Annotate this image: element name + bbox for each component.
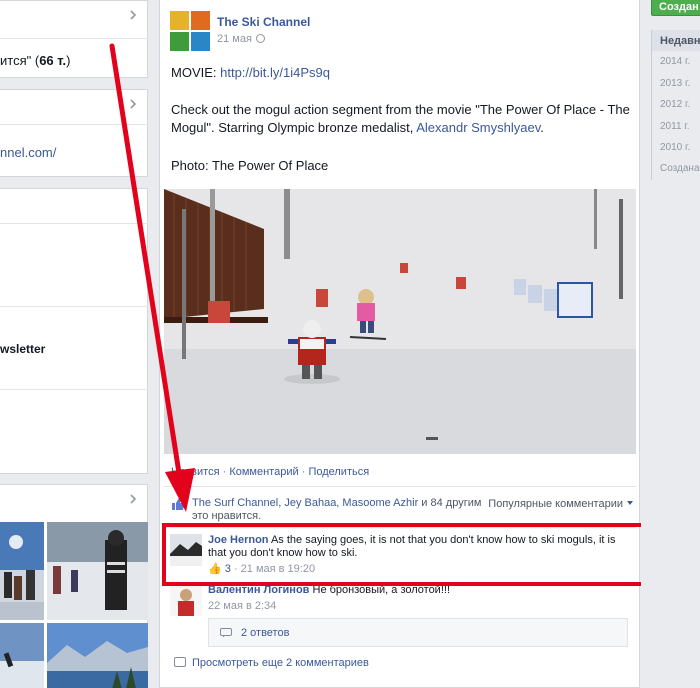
chevron-right-icon[interactable] xyxy=(128,99,138,109)
photo-thumb-skier-group[interactable] xyxy=(47,522,148,620)
divider xyxy=(0,389,148,390)
timeline-years: Недавн 2014 г. 2013 г. 2012 г. 2011 г. 2… xyxy=(651,30,700,180)
divider xyxy=(0,223,148,224)
post-actions: Нравится · Комментарий · Поделиться xyxy=(171,466,369,478)
avatar-quad xyxy=(170,11,189,30)
page-name-link[interactable]: The Ski Channel xyxy=(217,15,310,29)
likes-count-row: ится" (66 т.) xyxy=(0,53,71,68)
left-box-website: nnel.com/ xyxy=(0,89,148,177)
year-item-2010[interactable]: 2010 г. xyxy=(652,137,700,158)
athlete-link[interactable]: Alexandr Smyshlyaev xyxy=(416,120,540,135)
year-item-recent[interactable]: Недавн xyxy=(652,30,700,52)
comment-meta: 22 мая в 2:34 xyxy=(208,600,618,613)
post-date[interactable]: 21 мая xyxy=(217,33,265,45)
share-link[interactable]: Поделиться xyxy=(308,466,369,478)
popular-comments-dropdown[interactable]: Популярные комментарии xyxy=(488,498,633,511)
post-body-end: . xyxy=(540,120,544,135)
view-more-comments-text[interactable]: Просмотреть еще 2 комментариев xyxy=(192,657,369,669)
left-box-apps: wsletter xyxy=(0,188,148,474)
year-item-2013[interactable]: 2013 г. xyxy=(652,73,700,94)
website-link[interactable]: nnel.com/ xyxy=(0,145,148,160)
post-body-text: Check out the mogul action segment from … xyxy=(171,102,630,135)
avatar-quad xyxy=(191,11,210,30)
year-item-2014[interactable]: 2014 г. xyxy=(652,51,700,72)
photo-thumb-jump[interactable] xyxy=(0,623,44,688)
website-link-text[interactable]: nnel.com/ xyxy=(0,145,56,160)
year-item-2011[interactable]: 2011 г. xyxy=(652,116,700,137)
page-avatar[interactable] xyxy=(170,11,210,51)
like-link[interactable]: Нравится xyxy=(171,466,220,478)
likes-text: The Surf Channel, Jey Bahaa, Masoome Azh… xyxy=(192,497,492,523)
divider xyxy=(164,486,636,487)
year-item-created[interactable]: Создана xyxy=(652,158,700,179)
comment-body: Валентин Логинов Не бронзовый, а золотой… xyxy=(208,584,618,613)
reply-icon xyxy=(220,628,232,638)
comment-time[interactable]: 22 мая в 2:34 xyxy=(208,600,276,612)
divider xyxy=(0,124,148,125)
photo-thumb-mountains[interactable] xyxy=(47,623,148,688)
movie-link[interactable]: http://bit.ly/1i4Ps9q xyxy=(220,65,330,80)
view-more-comments[interactable]: Просмотреть еще 2 комментариев xyxy=(174,657,369,669)
newsletter-item[interactable]: wsletter xyxy=(0,342,148,356)
chevron-right-icon[interactable] xyxy=(128,10,138,20)
year-item-2012[interactable]: 2012 г. xyxy=(652,94,700,115)
movie-label: MOVIE: xyxy=(171,65,221,80)
post-photo[interactable] xyxy=(164,189,636,454)
avatar-quad xyxy=(191,32,210,51)
create-button[interactable]: Создан xyxy=(651,0,700,16)
avatar-quad xyxy=(170,32,189,51)
movie-line: MOVIE: http://bit.ly/1i4Ps9q xyxy=(171,64,631,82)
chevron-right-icon[interactable] xyxy=(128,494,138,504)
left-column: ится" (66 т.) nnel.com/ wsletter xyxy=(0,0,148,688)
likers-link[interactable]: The Surf Channel, Jey Bahaa, Masoome Azh… xyxy=(192,497,418,509)
separator-dot: · xyxy=(222,466,227,478)
photo-thumb-crowd[interactable] xyxy=(0,522,44,620)
post-date-text[interactable]: 21 мая xyxy=(217,33,252,45)
globe-icon xyxy=(255,34,265,43)
comment-link[interactable]: Комментарий xyxy=(229,466,298,478)
comment-icon xyxy=(174,657,186,667)
photo-credit: Photo: The Power Of Place xyxy=(171,158,329,173)
separator-dot: · xyxy=(301,466,306,478)
right-column: Создан Недавн 2014 г. 2013 г. 2012 г. 20… xyxy=(641,0,700,688)
left-box-likes: ится" (66 т.) xyxy=(0,0,148,78)
caret-down-icon xyxy=(627,501,633,505)
likes-label: ится" xyxy=(0,53,32,68)
replies-button[interactable]: 2 ответов xyxy=(208,618,628,647)
thumbs-up-icon xyxy=(171,497,185,511)
replies-count[interactable]: 2 ответов xyxy=(241,627,289,639)
post-body: Check out the mogul action segment from … xyxy=(171,101,631,137)
divider xyxy=(0,38,148,39)
commenter-avatar[interactable] xyxy=(170,584,202,616)
newsletter-label[interactable]: wsletter xyxy=(0,342,45,356)
popular-comments-label[interactable]: Популярные комментарии xyxy=(488,498,623,510)
likes-count: 66 т. xyxy=(39,53,67,68)
highlight-box xyxy=(162,523,649,586)
divider xyxy=(0,306,148,307)
